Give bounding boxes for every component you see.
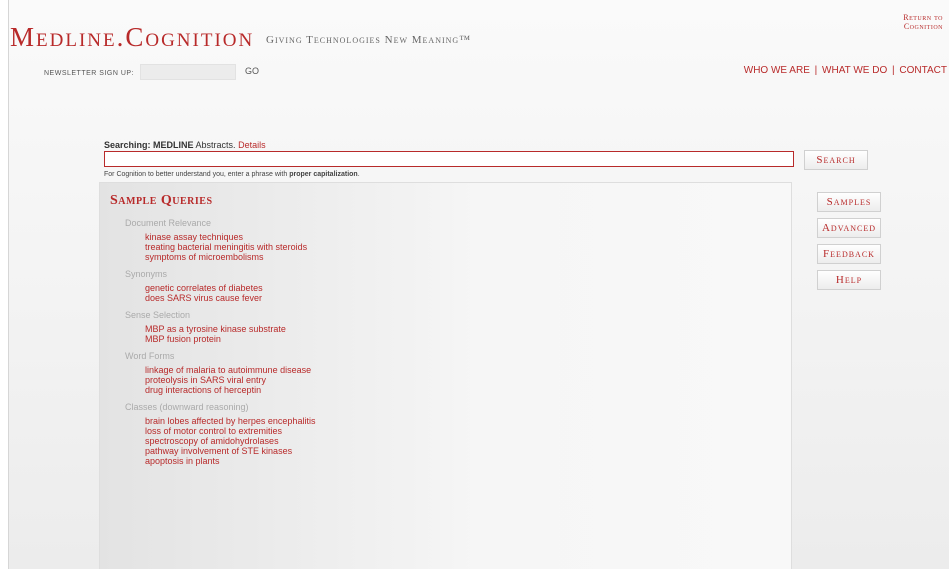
sample-query-link[interactable]: MBP as a tyrosine kinase substrate: [145, 324, 355, 334]
site-tagline: Giving Technologies New Meaning™: [266, 34, 471, 46]
samples-button[interactable]: Samples: [817, 192, 881, 212]
search-hint-text: For Cognition to better understand you, …: [104, 171, 288, 178]
help-button[interactable]: Help: [817, 270, 881, 290]
sample-query-link[interactable]: linkage of malaria to autoimmune disease: [145, 365, 355, 375]
newsletter-label: NEWSLETTER SIGN UP:: [44, 70, 135, 77]
search-label-prefix: Searching:: [104, 140, 151, 150]
sample-group-items: MBP as a tyrosine kinase substrate MBP fu…: [125, 324, 355, 344]
nav-what-we-do[interactable]: WHAT WE DO: [822, 65, 887, 76]
top-nav: WHO WE ARE | WHAT WE DO | CONTACT: [744, 65, 947, 76]
nav-contact[interactable]: CONTACT: [899, 65, 947, 76]
sample-group-items: kinase assay techniques treating bacteria…: [125, 232, 355, 262]
sample-group-label: Sense Selection: [125, 310, 191, 320]
nav-who-we-are[interactable]: WHO WE ARE: [744, 65, 810, 76]
sample-query-link[interactable]: loss of motor control to extremities: [145, 426, 355, 436]
return-to-cognition-link[interactable]: Return to Cognition: [873, 13, 943, 31]
search-heading: Searching: MEDLINE Abstracts. Details: [104, 140, 266, 150]
sample-queries-title: Sample Queries: [110, 193, 213, 208]
sample-group-items: brain lobes affected by herpes encephali…: [125, 416, 355, 466]
search-source: MEDLINE: [153, 140, 194, 150]
search-hint: For Cognition to better understand you, …: [104, 171, 360, 178]
sample-query-groups: Document Relevance kinase assay technique…: [125, 218, 355, 473]
sample-query-link[interactable]: treating bacterial meningitis with stero…: [145, 242, 355, 252]
sample-query-link[interactable]: brain lobes affected by herpes encephali…: [145, 416, 355, 426]
sample-group-items: linkage of malaria to autoimmune disease…: [125, 365, 355, 395]
site-logo[interactable]: Medline.Cognition: [10, 22, 254, 53]
sample-queries-panel: Sample Queries Document Relevance kinase …: [99, 182, 792, 569]
details-link[interactable]: Details: [238, 140, 266, 150]
feedback-button[interactable]: Feedback: [817, 244, 881, 264]
search-hint-end: .: [357, 171, 360, 178]
search-hint-emphasis: proper capitalization: [289, 171, 358, 178]
search-label-suffix: Abstracts.: [195, 140, 236, 150]
search-button[interactable]: Search: [804, 150, 868, 170]
sample-query-link[interactable]: apoptosis in plants: [145, 456, 355, 466]
search-input[interactable]: [104, 151, 794, 167]
sample-group-items: genetic correlates of diabetes does SARS …: [125, 283, 355, 303]
side-button-column: Samples Advanced Feedback Help: [817, 192, 881, 296]
sample-query-link[interactable]: genetic correlates of diabetes: [145, 283, 355, 293]
sample-query-link[interactable]: kinase assay techniques: [145, 232, 355, 242]
nav-separator: |: [892, 65, 895, 76]
sample-group-label: Synonyms: [125, 269, 168, 279]
newsletter-go-button[interactable]: GO: [245, 66, 259, 76]
sample-group-label: Word Forms: [125, 351, 175, 361]
sample-query-link[interactable]: proteolysis in SARS viral entry: [145, 375, 355, 385]
sample-group-label: Classes (downward reasoning): [125, 402, 249, 412]
sample-query-link[interactable]: pathway involvement of STE kinases: [145, 446, 355, 456]
newsletter-email-input[interactable]: [140, 64, 236, 80]
sample-query-link[interactable]: drug interactions of herceptin: [145, 385, 355, 395]
sample-query-link[interactable]: MBP fusion protein: [145, 334, 355, 344]
advanced-button[interactable]: Advanced: [817, 218, 881, 238]
sample-query-link[interactable]: spectroscopy of amidohydrolases: [145, 436, 355, 446]
nav-separator: |: [814, 65, 818, 76]
sample-group-label: Document Relevance: [125, 218, 212, 228]
sample-query-link[interactable]: symptoms of microembolisms: [145, 252, 355, 262]
sample-query-link[interactable]: does SARS virus cause fever: [145, 293, 355, 303]
